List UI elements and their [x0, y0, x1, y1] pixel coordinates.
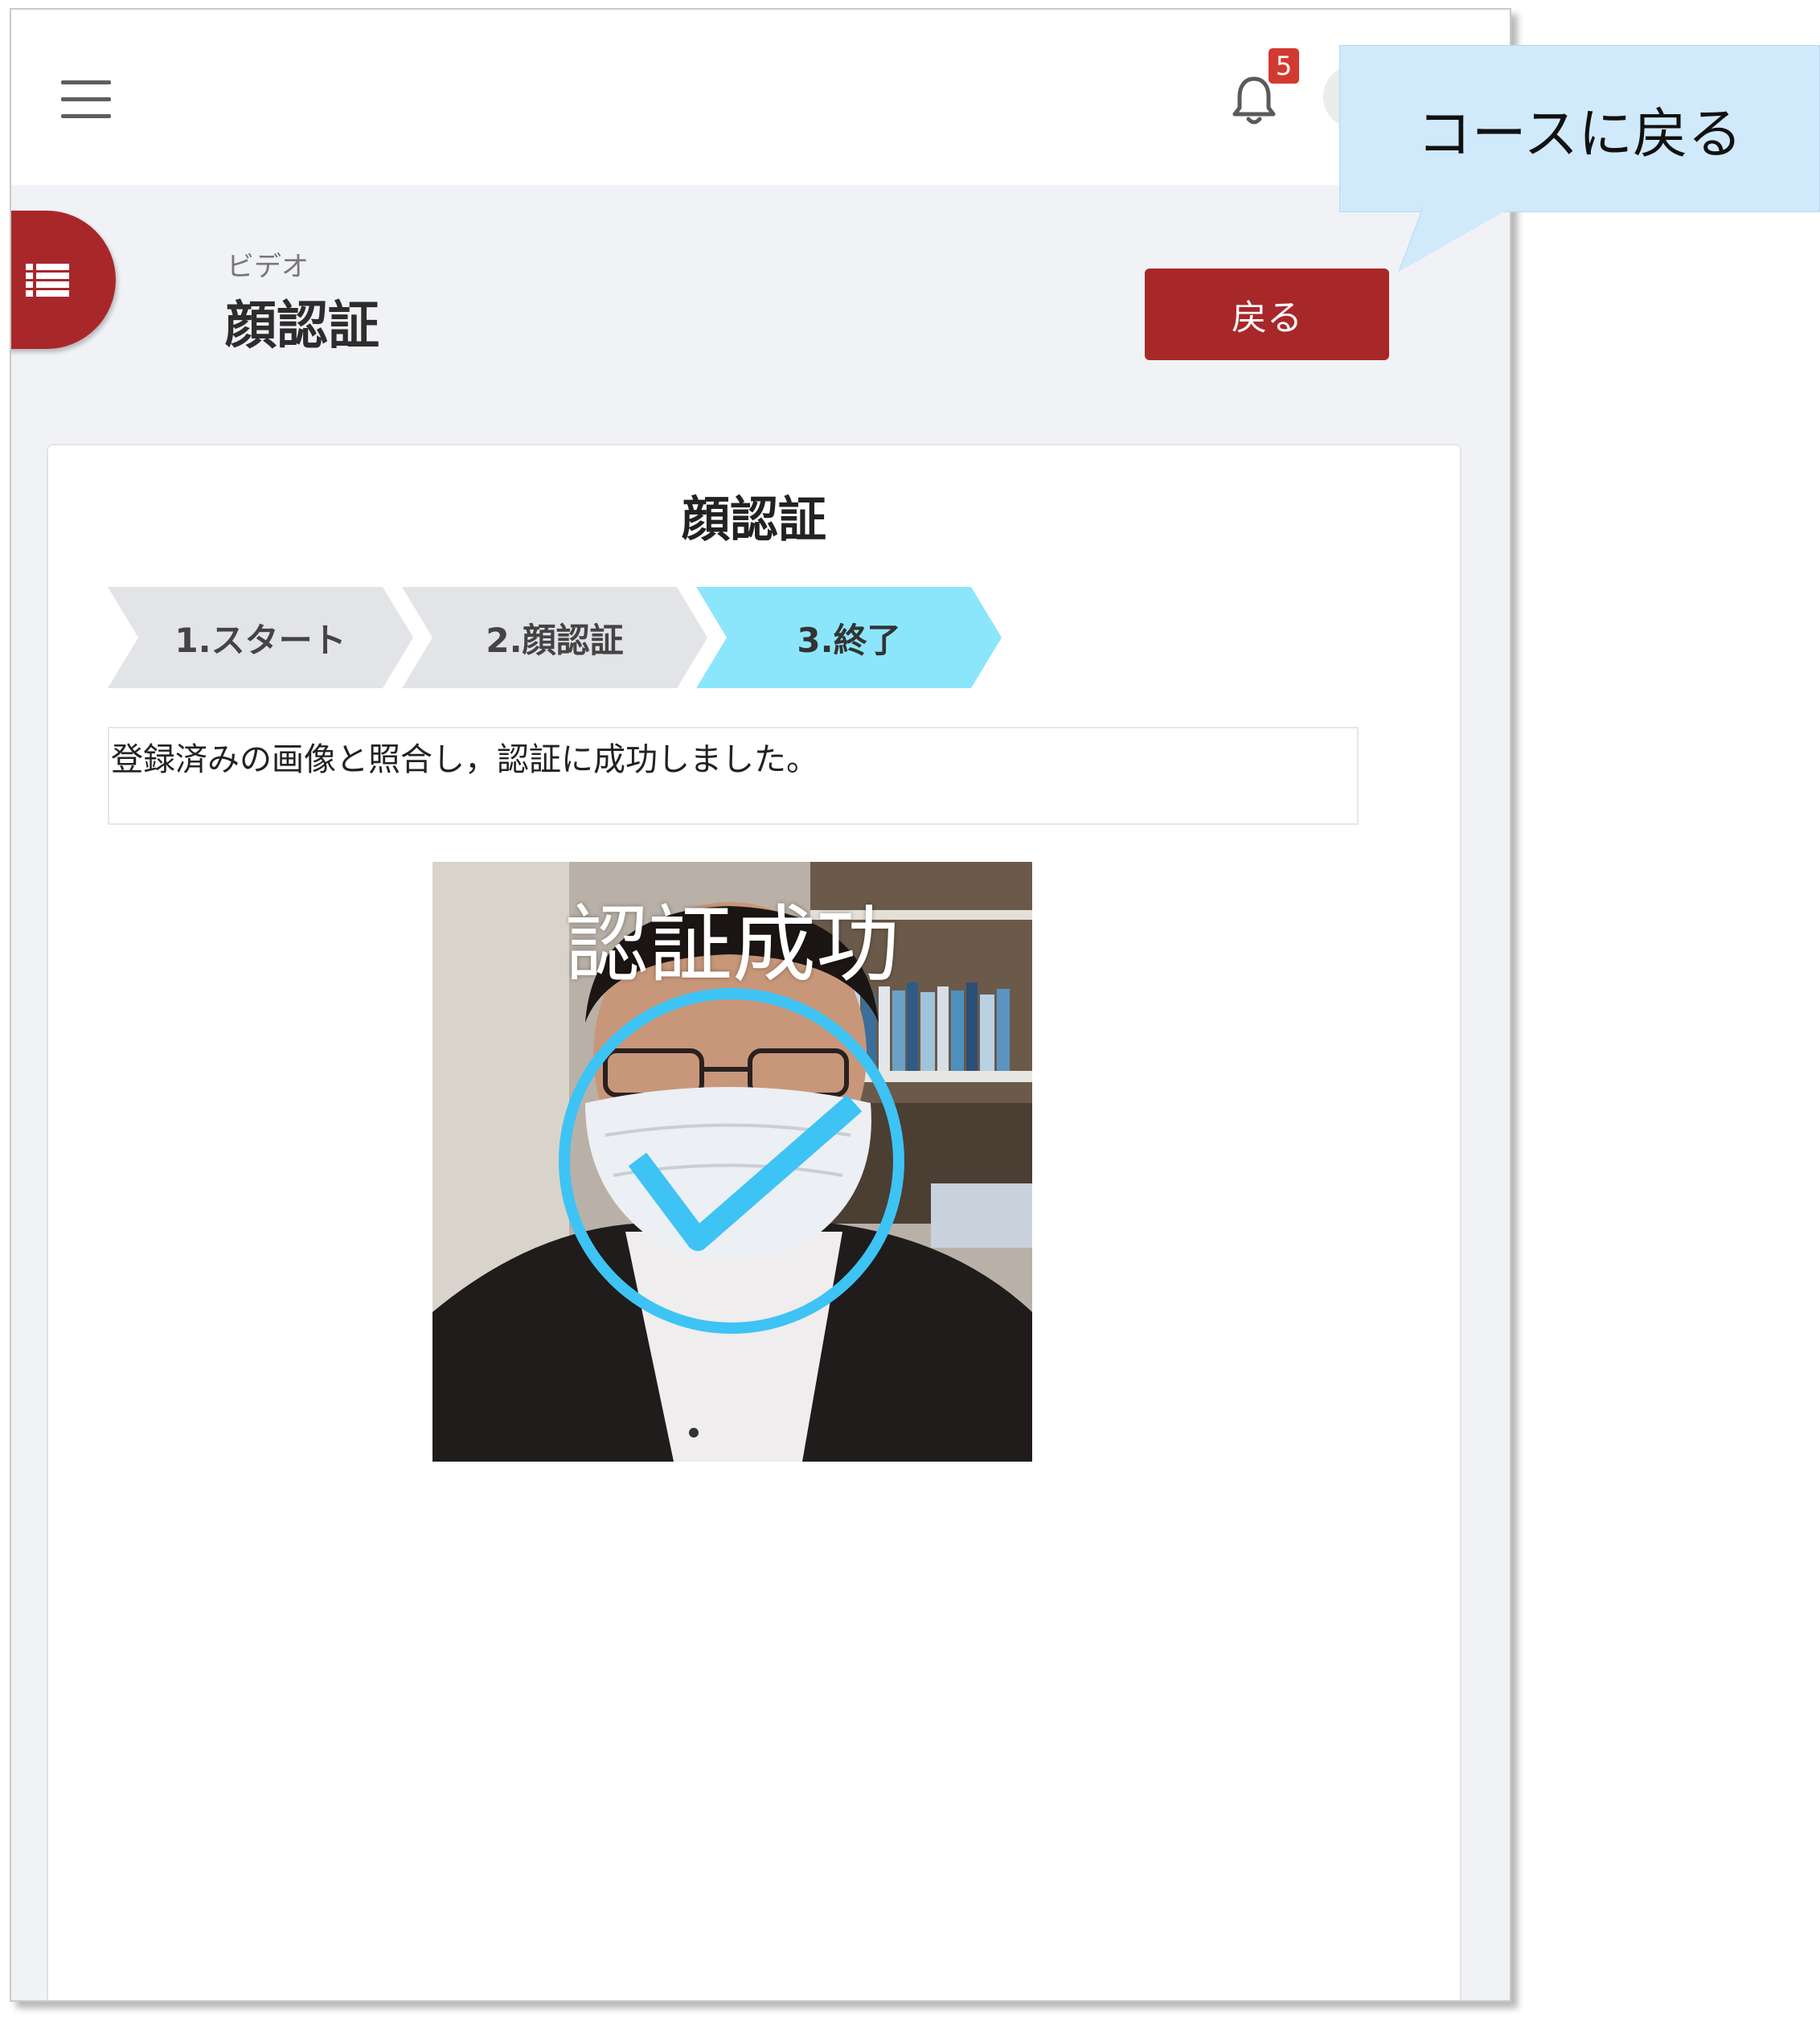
sidebar-toggle-button[interactable] — [11, 211, 116, 349]
auth-success-overlay-text: 認証成功 — [564, 896, 900, 994]
step-face-auth: 2.顔認証 — [402, 587, 707, 688]
step-finish: 3.終了 — [696, 587, 1002, 688]
face-photo: 認証成功 — [432, 862, 1032, 1462]
card-title: 顔認証 — [682, 492, 826, 548]
page-subtitle: ビデオ — [227, 251, 309, 283]
callout-text: コースに戻る — [1416, 102, 1743, 166]
face-auth-card: 顔認証 1.スタート 2.顔認証 3.終了 登録済みの画像と照合し，認証に成功し… — [47, 444, 1461, 2000]
step-label: 3.終了 — [797, 620, 901, 660]
page-title: 顔認証 — [225, 297, 379, 356]
step-start: 1.スタート — [108, 587, 413, 688]
callout-tail — [1399, 207, 1511, 273]
step-label: 1.スタート — [174, 620, 346, 660]
result-message-box: 登録済みの画像と照合し，認証に成功しました。 — [108, 727, 1359, 825]
notification-badge: 5 — [1269, 48, 1299, 84]
step-label: 2.顔認証 — [486, 620, 624, 660]
stepper: 1.スタート 2.顔認証 3.終了 — [108, 587, 1008, 688]
top-bar: 5 — [11, 10, 1510, 185]
hamburger-menu-icon[interactable] — [61, 77, 111, 121]
callout-back-to-course: コースに戻る — [1339, 45, 1820, 212]
list-icon — [26, 264, 69, 297]
back-button[interactable]: 戻る — [1145, 269, 1389, 360]
result-message: 登録済みの画像と照合し，認証に成功しました。 — [111, 741, 818, 778]
app-window: 5 ビデオ 顔認証 戻る 顔認証 1.スタート 2.顔認証 3.終了 登録済みの… — [10, 8, 1511, 2002]
